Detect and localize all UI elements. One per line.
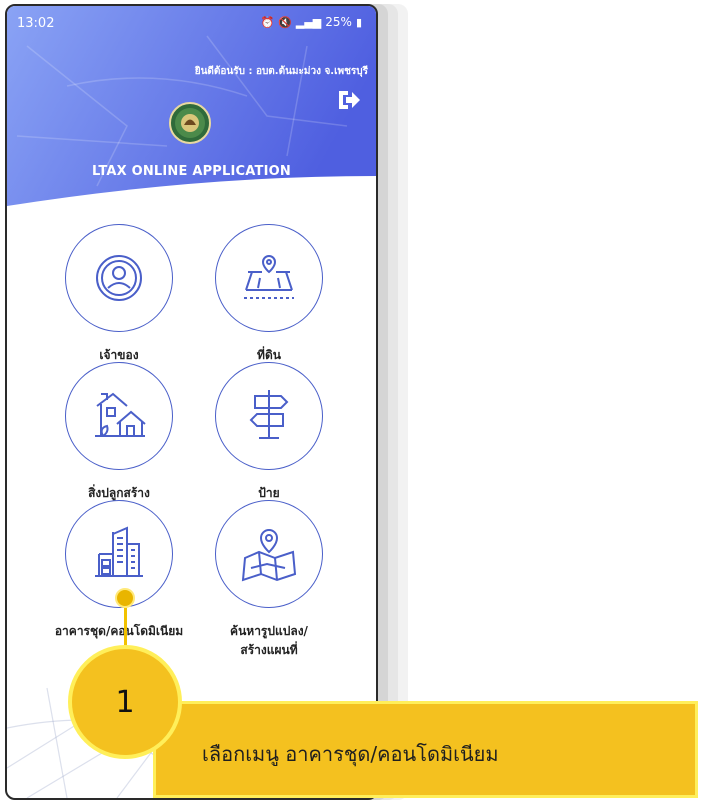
menu-building[interactable]: สิ่งปลูกสร้าง (39, 362, 199, 503)
map-search-icon (241, 528, 297, 582)
status-time: 13:02 (17, 16, 55, 31)
status-bar: 13:02 ⏰ 🔇 ▂▄▆ 25% ▮ (7, 6, 376, 38)
menu-map-search-label: ค้นหารูปแปลง/ สร้างแผนที่ (189, 622, 349, 660)
building-house-icon (95, 392, 146, 437)
callout-box: เลือกเมนู อาคารชุด/คอนโดมิเนียม (153, 701, 698, 798)
phone-screen: 13:02 ⏰ 🔇 ▂▄▆ 25% ▮ ยินดีต้อนรับ : อบต.ต… (5, 4, 378, 800)
menu-map-search-label-line2: สร้างแผนที่ (240, 643, 298, 657)
owner-icon-circle[interactable] (65, 224, 173, 332)
land-icon (244, 254, 294, 299)
owner-icon (96, 255, 142, 301)
menu-land[interactable]: ที่ดิน (189, 224, 349, 365)
step-badge: 1 (68, 645, 182, 759)
mute-icon: 🔇 (278, 15, 292, 29)
logout-icon[interactable] (336, 88, 362, 112)
organization-logo (169, 102, 211, 144)
menu-sign[interactable]: ป้าย (189, 362, 349, 503)
alarm-icon: ⏰ (260, 15, 275, 29)
menu-condominium-label: อาคารชุด/คอนโดมิเนียม (54, 624, 184, 638)
callout-text: เลือกเมนู อาคารชุด/คอนโดมิเนียม (202, 742, 499, 766)
callout-pointer-dot (115, 588, 135, 608)
step-number: 1 (115, 684, 135, 720)
status-icons: ⏰ 🔇 ▂▄▆ 25% ▮ (260, 15, 362, 29)
battery-icon: ▮ (355, 15, 362, 29)
signpost-icon (249, 390, 289, 439)
building-house-icon-circle[interactable] (65, 362, 173, 470)
menu-owner[interactable]: เจ้าของ (39, 224, 199, 365)
battery-level: 25% (325, 15, 352, 29)
signal-icon: ▂▄▆ (295, 15, 322, 29)
menu-condominium[interactable]: อาคารชุด/คอนโดมิเนียม (39, 500, 199, 641)
app-title: LTAX ONLINE APPLICATION (91, 164, 291, 179)
map-search-icon-circle[interactable] (215, 500, 323, 608)
condominium-icon (95, 526, 143, 577)
app-header: 13:02 ⏰ 🔇 ▂▄▆ 25% ▮ ยินดีต้อนรับ : อบต.ต… (7, 6, 376, 216)
welcome-text: ยินดีต้อนรับ : อบต.ต้นมะม่วง จ.เพชรบุรี (194, 66, 368, 77)
menu-map-search-label-line1: ค้นหารูปแปลง/ (230, 624, 308, 638)
signpost-icon-circle[interactable] (215, 362, 323, 470)
land-icon-circle[interactable] (215, 224, 323, 332)
menu-map-search[interactable]: ค้นหารูปแปลง/ สร้างแผนที่ (189, 500, 349, 660)
